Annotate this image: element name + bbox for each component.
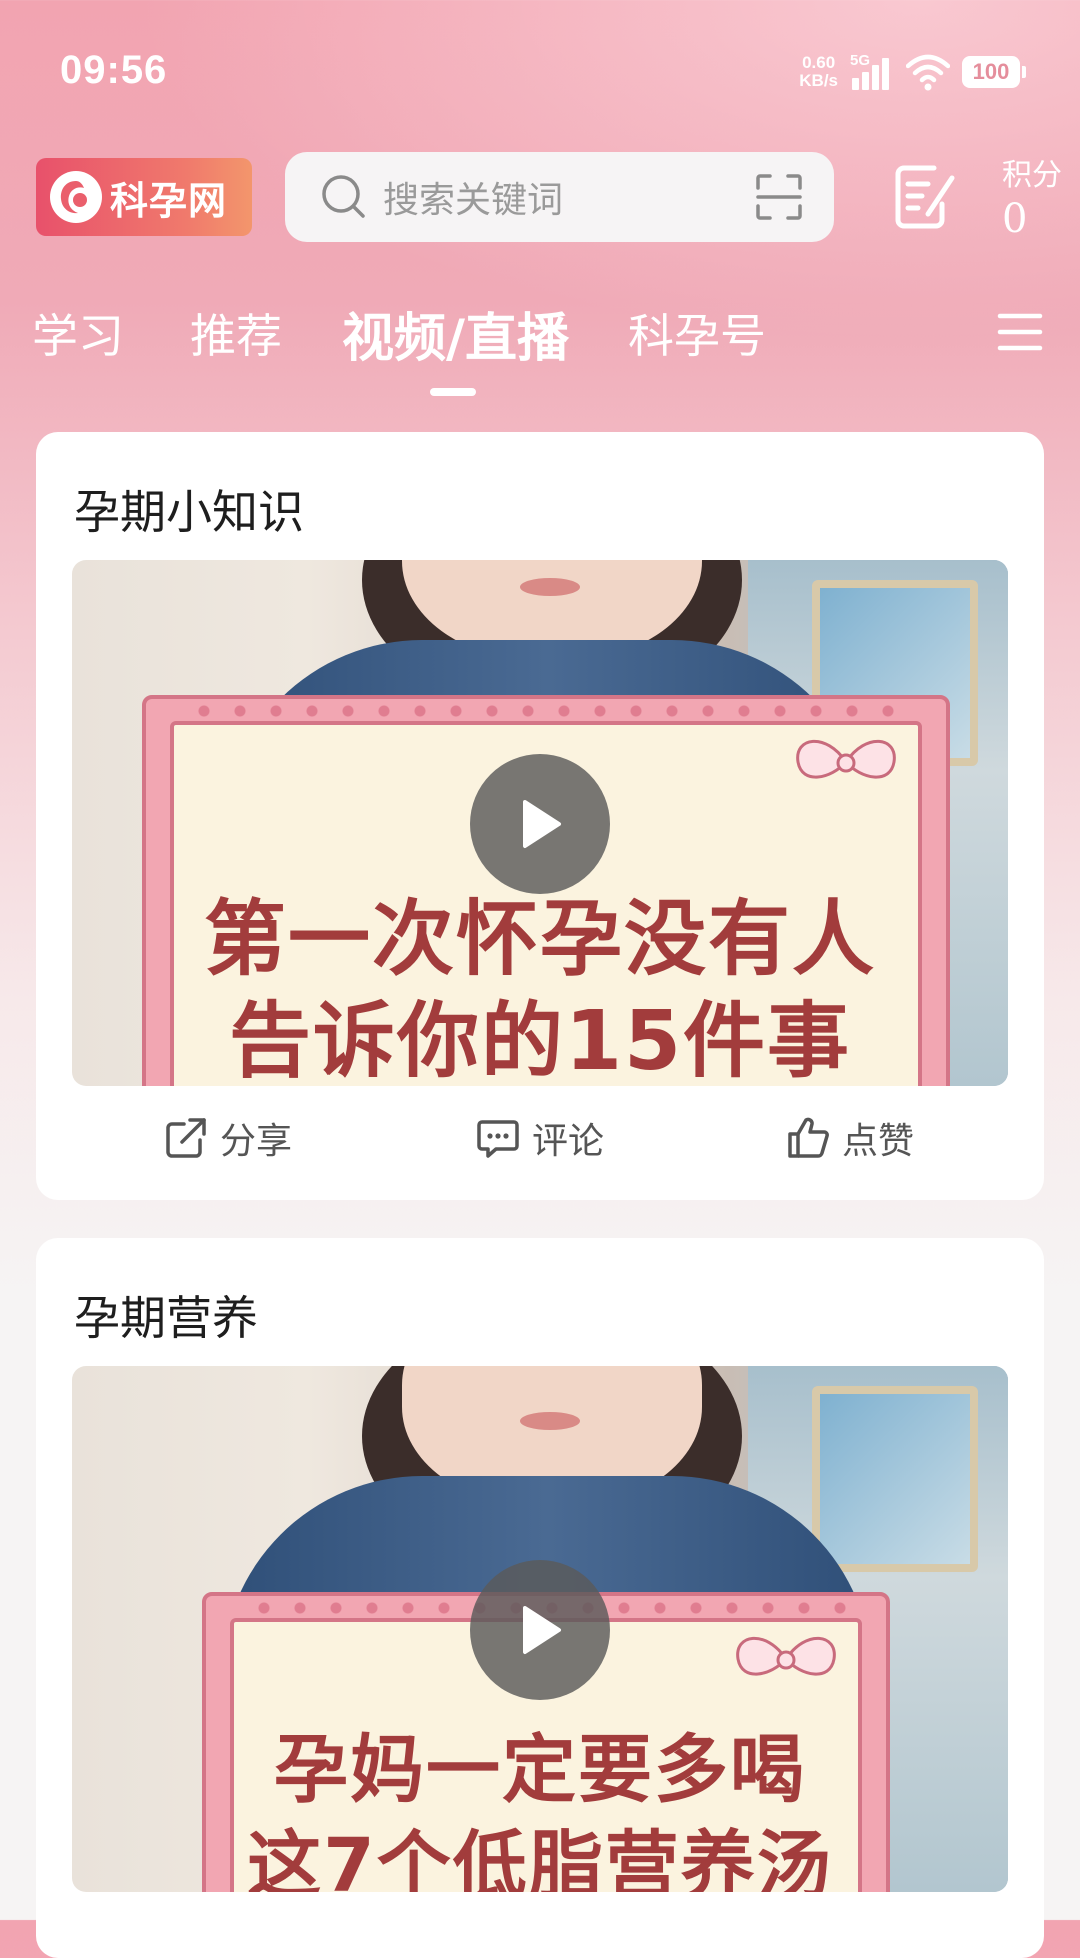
like-button[interactable]: 点赞 [786,1108,914,1168]
share-label: 分享 [220,1121,293,1162]
network-speed: 0.60 KB/s [799,54,838,90]
status-icons: 0.60 KB/s 5G 100 [799,50,1026,94]
category-tabs: 学习 推荐 视频/直播 科孕号 [0,300,1080,400]
battery-icon: 100 [962,56,1026,88]
cellular-signal-icon: 5G [850,52,894,92]
share-button[interactable]: 分享 [164,1108,292,1168]
network-speed-unit: KB/s [799,71,838,90]
video-card: 孕期小知识 第一次怀孕没有人 告诉你的15件事 分享 评论 点赞 [36,432,1044,1200]
comment-icon [477,1120,519,1158]
logo-mother-baby-icon [50,171,102,223]
comment-button[interactable]: 评论 [476,1108,604,1168]
video-caption-line2: 告诉你的15件事 [228,994,852,1086]
thumbs-up-icon [788,1117,829,1158]
tab-video-live[interactable]: 视频/直播 [342,296,569,371]
wifi-icon [906,54,950,91]
card-title: 孕期营养 [74,1291,258,1345]
share-icon [166,1118,206,1158]
points-value[interactable]: 0 [1002,196,1027,242]
video-thumbnail[interactable]: 孕妈一定要多喝 这7个低脂营养汤 [72,1366,1008,1892]
tab-recommend[interactable]: 推荐 [190,300,282,366]
network-speed-value: 0.60 [802,53,836,72]
bow-decoration-icon [796,739,896,779]
like-label: 点赞 [842,1121,915,1162]
search-bar[interactable]: 搜索关键词 [285,152,834,242]
tab-study[interactable]: 学习 [32,300,124,366]
video-caption-line2: 这7个低脂营养汤 [247,1823,833,1892]
status-time: 09:56 [60,48,168,92]
video-card: 孕期营养 孕妈一定要多喝 这7个低脂营养汤 [36,1238,1044,1958]
play-icon [523,1606,561,1654]
search-icon [322,175,365,218]
card-title: 孕期小知识 [74,485,304,539]
card-actions: 分享 评论 点赞 [36,1108,1044,1168]
play-icon [523,800,561,848]
play-button[interactable] [470,1560,610,1700]
status-bar: 09:56 0.60 KB/s 5G 100 [0,0,1080,140]
scan-icon[interactable] [754,172,804,222]
battery-level: 100 [972,59,1010,84]
play-button[interactable] [470,754,610,894]
video-thumbnail[interactable]: 第一次怀孕没有人 告诉你的15件事 [72,560,1008,1086]
video-caption-line1: 孕妈一定要多喝 [274,1727,806,1813]
document-edit-icon[interactable] [894,164,956,230]
points-label: 积分 [1002,158,1062,193]
tab-keyun-account[interactable]: 科孕号 [628,300,766,366]
logo-text: 科孕网 [110,178,228,223]
search-input[interactable]: 搜索关键词 [383,171,754,223]
comment-label: 评论 [532,1121,605,1162]
network-type: 5G [850,52,871,69]
app-logo[interactable]: 科孕网 [36,158,252,236]
bow-decoration-icon [736,1636,836,1676]
menu-icon[interactable] [996,310,1044,354]
active-tab-indicator [430,388,476,396]
